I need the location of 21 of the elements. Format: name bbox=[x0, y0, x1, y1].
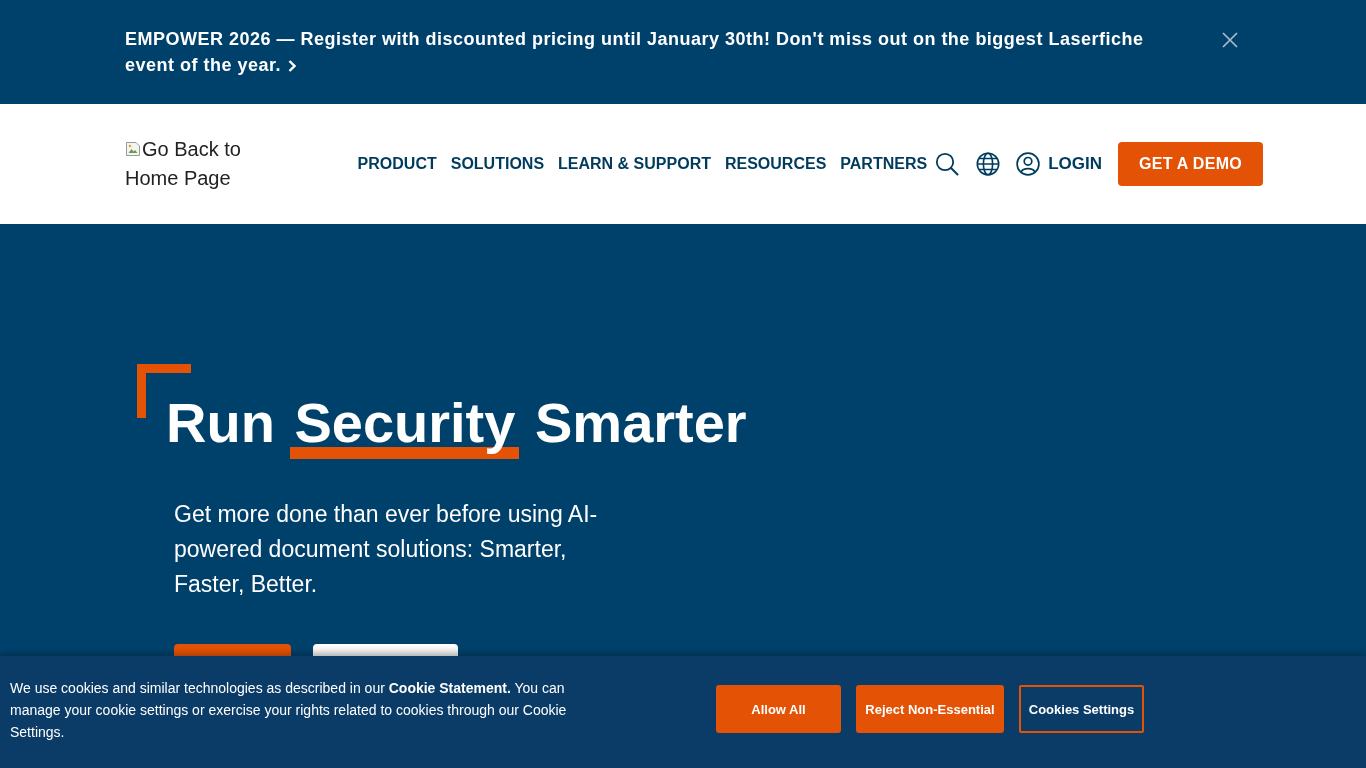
hero-title: Run Security Smarter bbox=[166, 391, 747, 459]
cookie-button[interactable]: Cookies Settings bbox=[1019, 685, 1144, 733]
cookie-notice-text: We use cookies and similar technologies as described in our Cookie Statement. You can manage your cookie settings or exercise your rights related to cookies through our Cookie Settings. bbox=[10, 679, 568, 742]
user-icon bbox=[1016, 152, 1041, 176]
login-link[interactable]: LOGIN bbox=[1016, 152, 1102, 176]
cookie-button[interactable]: Reject Non-Essential bbox=[856, 685, 1004, 733]
home-link[interactable]: Go Back to Home Page bbox=[125, 135, 260, 193]
cookie-button[interactable]: Allow All bbox=[716, 685, 841, 733]
nav-link[interactable]: LEARN & SUPPORT bbox=[558, 155, 711, 173]
close-icon bbox=[1222, 32, 1238, 48]
close-button[interactable] bbox=[1222, 32, 1238, 48]
globe-icon[interactable] bbox=[976, 152, 1001, 176]
hero-subtitle: Get more done than ever before using AI-powered document solutions: Smarter, Faster, Better. bbox=[174, 500, 599, 599]
broken-image-icon bbox=[125, 141, 141, 157]
nav-link[interactable]: PARTNERS bbox=[840, 155, 928, 173]
nav-link[interactable]: RESOURCES bbox=[724, 155, 827, 173]
get-demo-button[interactable]: GET A DEMO bbox=[1118, 142, 1263, 186]
chevron-right-icon bbox=[288, 60, 297, 72]
search-icon[interactable] bbox=[935, 152, 960, 176]
nav-link[interactable]: PRODUCT bbox=[357, 155, 437, 173]
nav-link[interactable]: SOLUTIONS bbox=[450, 155, 545, 173]
